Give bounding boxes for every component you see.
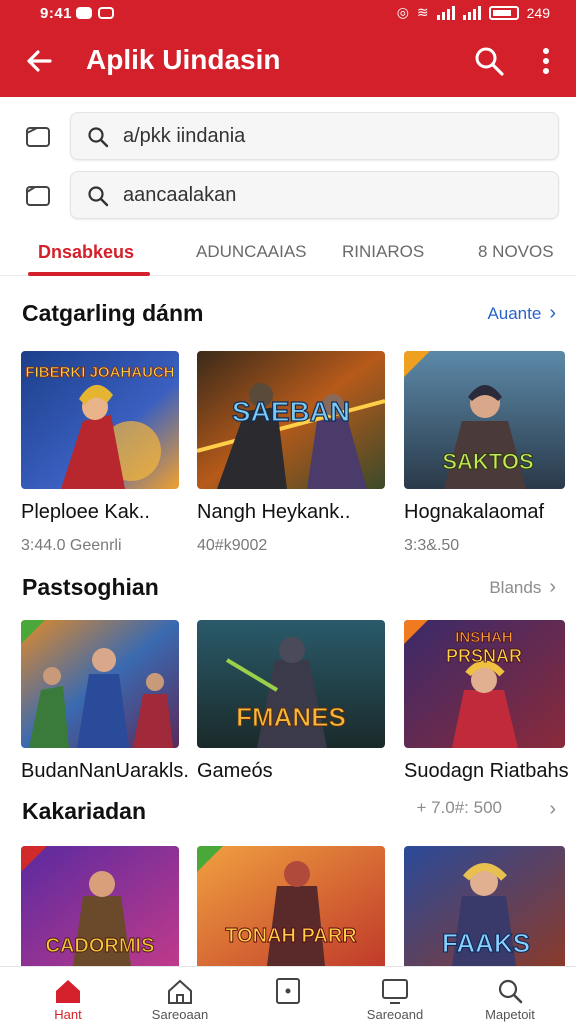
- game-meta: 40#k9002: [197, 537, 268, 554]
- search-input-value: a/pkk iindania: [123, 125, 246, 147]
- nav-item-label: Hant: [54, 1007, 82, 1022]
- status-bar: 9:41 ◎ ≋ 249: [0, 0, 576, 28]
- status-right: ◎ ≋ 249: [397, 4, 550, 21]
- art-subtitle-text: PRSNAR: [446, 646, 522, 666]
- game-thumbnail: FAAKS: [404, 846, 565, 966]
- nav-item-search[interactable]: Mapetoit: [460, 967, 560, 1024]
- chevron-right-icon: ›: [549, 576, 556, 598]
- chevron-right-icon[interactable]: ›: [541, 798, 556, 821]
- see-more-label: Auante: [487, 304, 542, 323]
- game-meta: 3:44.0 Geenrli: [21, 537, 122, 554]
- game-thumbnail: FIBERKI JOAHAUCH: [21, 351, 179, 489]
- monitor-icon: [382, 979, 408, 1004]
- see-more-label: Blands: [489, 578, 542, 597]
- art-title-text: SAEBAN: [232, 396, 350, 427]
- search-icon: [498, 979, 523, 1004]
- game-thumbnail: TONAH PARR: [197, 846, 385, 966]
- search-input-value: aancaalakan: [123, 184, 237, 206]
- signal-icon-2: [462, 5, 481, 20]
- status-time: 9:41: [40, 5, 73, 22]
- chevron-right-icon: ›: [549, 302, 556, 324]
- see-more-link[interactable]: Auante ›: [487, 302, 556, 325]
- game-thumbnail: SAEBAN: [197, 351, 385, 489]
- tab-advanced[interactable]: ADUNCAAIAS: [196, 242, 307, 262]
- art-title-text: TONAH PARR: [225, 925, 357, 947]
- see-more-link[interactable]: Blands ›: [489, 576, 556, 599]
- nav-item-box[interactable]: [238, 967, 338, 1024]
- home-icon: [56, 980, 80, 1003]
- game-name: Nangh Heykank..: [197, 501, 351, 523]
- section-header: Kakariadan + 7.0#: 500 ›: [0, 796, 576, 830]
- app-title: Aplik Uindasin: [86, 44, 281, 75]
- game-thumbnail: [21, 620, 179, 748]
- back-arrow-icon[interactable]: [22, 44, 56, 78]
- tab-new[interactable]: 8 NOVOS: [478, 242, 554, 262]
- nav-item-monitor[interactable]: Sareoand: [345, 967, 445, 1024]
- game-thumbnail: SAKTOS: [404, 351, 565, 489]
- wifi-icon: ≋: [416, 4, 429, 20]
- alarm-icon: ◎: [396, 4, 409, 20]
- section-title: Pastsoghian: [22, 574, 159, 600]
- game-thumbnail: FMANES: [197, 620, 385, 748]
- more-vert-icon[interactable]: [532, 46, 560, 76]
- art-title-text: FIBERKI JOAHAUCH: [25, 364, 174, 381]
- bottom-navigation: Hant Sareoaan Sareoand Mapetoit: [0, 966, 576, 1024]
- section-title: Catgarling dánm: [22, 300, 204, 326]
- search-icon: [88, 186, 109, 207]
- section-header: Catgarling dánm Auante ›: [0, 298, 576, 332]
- nav-item-store[interactable]: Sareoaan: [130, 967, 230, 1024]
- notification-icons: [76, 7, 114, 19]
- search-row-2: aancaalakan: [0, 171, 576, 221]
- app-bar: Aplik Uindasin: [0, 30, 576, 92]
- tab-featured[interactable]: Dnsabkeus: [38, 242, 134, 263]
- nav-item-label: Sareoand: [366, 1007, 424, 1022]
- game-name: Suodagn Riatbahs: [404, 760, 569, 782]
- search-row-1: a/pkk iindania: [0, 112, 576, 162]
- game-name: Pleploee Kak..: [21, 501, 150, 523]
- box-icon: [276, 978, 300, 1004]
- battery-icon: [488, 5, 519, 20]
- search-icon: [88, 127, 109, 148]
- search-input[interactable]: aancaalakan: [70, 171, 559, 219]
- search-icon[interactable]: [472, 44, 506, 78]
- nav-item-label: Sareoaan: [151, 1007, 209, 1022]
- game-name: BudanNanUarakls.: [21, 760, 189, 782]
- art-title-text: CADORMIS: [46, 935, 155, 957]
- section-header: Pastsoghian Blands ›: [0, 572, 576, 606]
- art-title-text: INSHAH: [455, 629, 513, 646]
- signal-icon: [436, 5, 455, 20]
- store-icon: [168, 979, 192, 1004]
- category-tabs: Dnsabkeus ADUNCAAIAS RINIAROS 8 NOVOS: [0, 230, 576, 276]
- game-name: Gameós: [197, 760, 273, 782]
- game-name: Hognakalaomaf: [404, 501, 545, 523]
- game-thumbnail: INSHAH PRSNAR: [404, 620, 565, 748]
- game-thumbnail: CADORMIS: [21, 846, 179, 966]
- tab-rankings[interactable]: RINIAROS: [342, 242, 424, 262]
- top-app-bar: 9:41 ◎ ≋ 249 Aplik Uindasin: [0, 0, 576, 97]
- art-title-text: FMANES: [236, 702, 346, 732]
- nav-item-home[interactable]: Hant: [18, 967, 118, 1024]
- search-input[interactable]: a/pkk iindania: [70, 112, 559, 160]
- active-tab-indicator: [28, 272, 150, 276]
- section-title: Kakariadan: [22, 798, 147, 824]
- art-title-text: SAKTOS: [442, 449, 533, 474]
- nav-item-label: Mapetoit: [485, 1007, 535, 1022]
- document-icon[interactable]: [24, 183, 52, 209]
- status-battery-text: 249: [526, 4, 550, 21]
- section-meta: + 7.0#: 500: [416, 798, 502, 817]
- mail-icon[interactable]: [24, 124, 52, 150]
- game-meta: 3:3&.50: [404, 537, 460, 554]
- art-title-text: FAAKS: [442, 928, 530, 958]
